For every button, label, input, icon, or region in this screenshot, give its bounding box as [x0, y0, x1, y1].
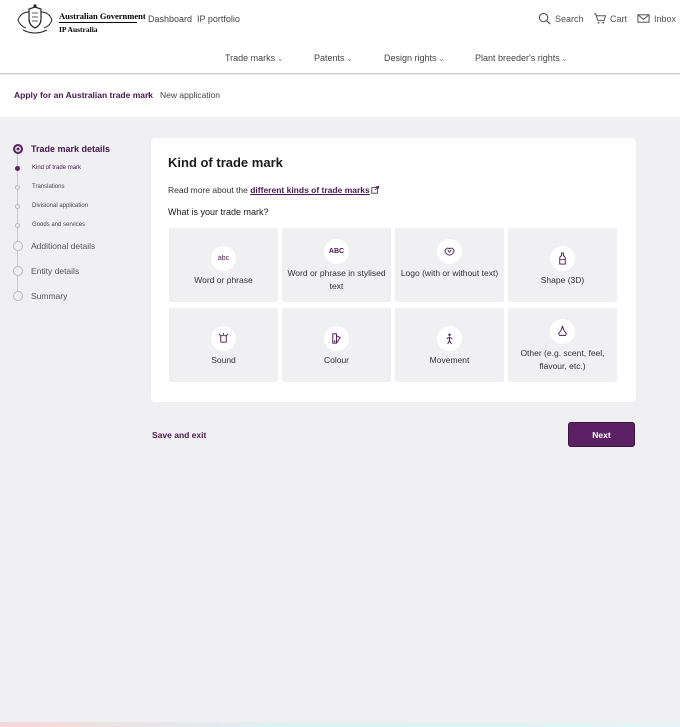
substep-label: Divisional application [32, 203, 89, 209]
option-movement[interactable]: Movement [395, 308, 504, 382]
nav-plant-breeders-rights[interactable]: Plant breeder's rights ⌄ [475, 53, 568, 63]
step-label: Entity details [31, 266, 80, 276]
chevron-down-icon: ⌄ [277, 56, 284, 63]
substep-active-dot [15, 165, 20, 171]
stylised-abc-icon-text: ABC [328, 248, 345, 255]
breadcrumb: Apply for an Australian trade mark › New… [0, 75, 680, 117]
page-title: Kind of trade mark [168, 155, 283, 170]
read-more-text: Read more about the different kinds of t… [168, 185, 379, 195]
save-and-exit-link[interactable]: Save and exit [152, 430, 206, 440]
stylised-abc-icon: ABC [324, 239, 349, 264]
gov-logo-text[interactable]: Australian Government IP Australia [59, 11, 146, 34]
ip-portfolio-link[interactable]: IP portfolio [197, 14, 240, 24]
option-label: Movement [429, 355, 470, 365]
kinds-of-trade-marks-link[interactable]: different kinds of trade marks [250, 185, 370, 195]
nav-patents[interactable]: Patents ⌄ [314, 53, 352, 63]
nav-trade-marks[interactable]: Trade marks ⌄ [225, 53, 283, 63]
kinds-link-label: different kinds of trade marks [250, 185, 370, 195]
chevron-down-icon: ⌄ [438, 56, 445, 63]
chevron-right-icon: › [147, 89, 150, 99]
substep-label: Translations [32, 184, 65, 190]
substep-dot [15, 184, 20, 190]
step-goods-and-services[interactable]: Goods and services [12, 222, 85, 228]
abc-icon: abc [211, 246, 236, 271]
step-trade-mark-details[interactable]: Trade mark details [12, 144, 110, 154]
cart-icon [593, 13, 606, 24]
movement-icon [437, 326, 462, 351]
search-label: Search [555, 13, 584, 24]
step-translations[interactable]: Translations [12, 184, 64, 190]
external-link-icon [371, 186, 379, 194]
cart-label: Cart [610, 13, 628, 24]
main-nav: Trade marks ⌄ Patents ⌄ Design rights ⌄ Pla… [0, 42, 680, 74]
option-label: Logo (with or without text) [400, 268, 499, 278]
palette-icon [324, 326, 349, 351]
step-summary[interactable]: Summary [12, 291, 67, 301]
kind-of-trade-mark-card: Kind of trade mark Read more about the d… [151, 138, 636, 402]
substep-dot [15, 203, 20, 209]
read-more-prefix: Read more about the [168, 185, 251, 195]
step-divisional-application[interactable]: Divisional application [12, 203, 88, 209]
option-label: Other (e.g. scent, feel, flavour, etc.) [520, 348, 605, 371]
step-kind-of-trade-mark[interactable]: Kind of trade mark [12, 165, 81, 171]
step-label: Trade mark details [31, 144, 111, 154]
option-label: Sound [211, 355, 236, 365]
step-dot [13, 291, 23, 301]
nav-plant-breeders-rights-label: Plant breeder's rights [475, 53, 560, 63]
gov-line1: Australian Government [59, 11, 146, 21]
option-colour[interactable]: Colour [282, 308, 391, 382]
breadcrumb-current: New application [160, 90, 221, 100]
option-label: Word or phrase in stylised text [287, 268, 386, 291]
search-icon [538, 12, 551, 25]
step-label: Summary [31, 291, 68, 301]
gov-rule [59, 22, 137, 23]
step-entity-details[interactable]: Entity details [12, 266, 79, 276]
chevron-down-icon: ⌄ [346, 56, 353, 63]
option-label: Shape (3D) [540, 275, 585, 285]
nose-icon [550, 319, 575, 344]
option-shape-3d[interactable]: Shape (3D) [508, 228, 617, 302]
option-stylised-text[interactable]: ABC Word or phrase in stylised text [282, 228, 391, 302]
substep-label: Kind of trade mark [32, 165, 82, 171]
step-dot [13, 266, 23, 276]
gov-line2: IP Australia [59, 25, 98, 34]
bottle-icon [550, 246, 575, 271]
step-active-dot [13, 144, 23, 154]
inbox-button[interactable]: Inbox [637, 12, 676, 25]
substep-dot [15, 222, 20, 228]
nav-patents-label: Patents [314, 53, 345, 63]
step-label: Additional details [31, 241, 96, 251]
option-logo[interactable]: Logo (with or without text) [395, 228, 504, 302]
inbox-label: Inbox [654, 13, 677, 24]
nav-design-rights[interactable]: Design rights ⌄ [384, 53, 444, 63]
bottom-strip [0, 722, 680, 727]
option-other[interactable]: Other (e.g. scent, feel, flavour, etc.) [508, 308, 617, 382]
nav-design-rights-label: Design rights [384, 53, 437, 63]
breadcrumb-apply-link[interactable]: Apply for an Australian trade mark [14, 90, 153, 100]
next-button[interactable]: Next [568, 422, 635, 447]
substep-label: Goods and services [32, 222, 86, 228]
nav-trade-marks-label: Trade marks [225, 53, 276, 63]
coat-of-arms-icon [17, 4, 53, 34]
step-dot [13, 241, 23, 251]
logo-icon [437, 239, 462, 264]
mail-icon [637, 14, 650, 23]
search-button[interactable]: Search [538, 12, 584, 25]
abc-icon-text: abc [217, 255, 230, 262]
top-bar: Australian Government IP Australia Dashb… [0, 0, 680, 42]
option-word-or-phrase[interactable]: abc Word or phrase [169, 228, 278, 302]
dashboard-link[interactable]: Dashboard [148, 14, 192, 24]
trade-mark-question: What is your trade mark? [168, 207, 269, 217]
chevron-down-icon: ⌄ [561, 56, 568, 63]
sound-icon [211, 326, 236, 351]
cart-button[interactable]: Cart [593, 12, 627, 25]
option-label: Word or phrase [194, 275, 253, 285]
option-label: Colour [323, 355, 350, 365]
step-additional-details[interactable]: Additional details [12, 241, 95, 251]
option-sound[interactable]: Sound [169, 308, 278, 382]
